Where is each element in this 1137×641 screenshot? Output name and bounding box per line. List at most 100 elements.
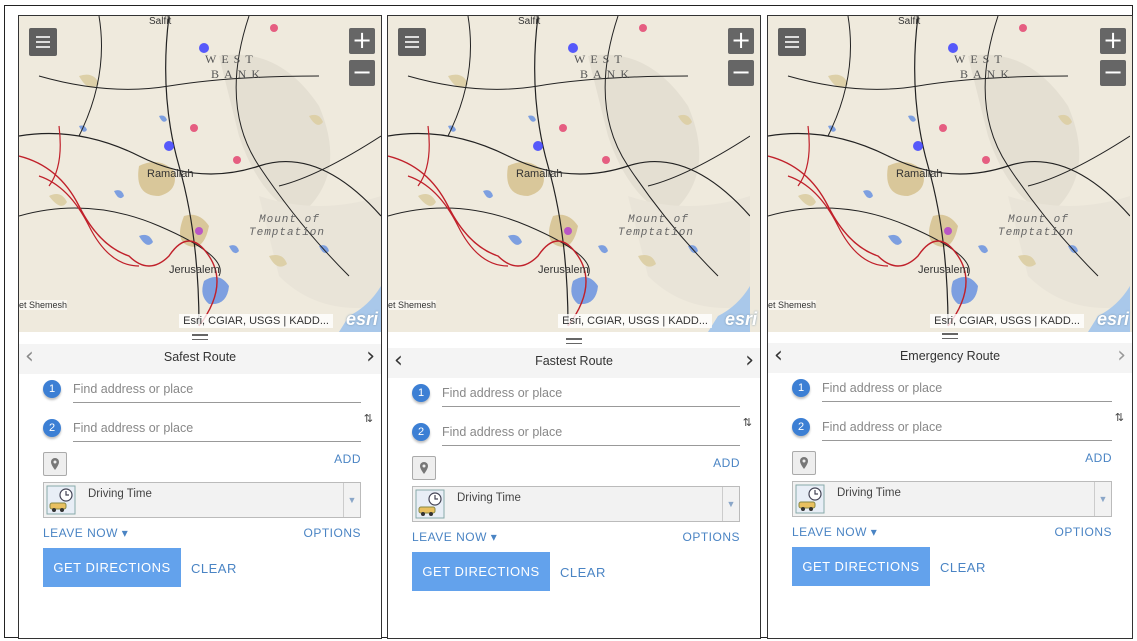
swap-stops-icon[interactable]: ⇅	[1115, 411, 1124, 424]
route-selector: ‹ Safest Route ›	[19, 344, 381, 374]
chevron-down-icon: ▼	[343, 483, 360, 517]
map-attribution[interactable]: Esri, CGIAR, USGS | KADD...	[179, 314, 333, 328]
drag-handle[interactable]	[942, 333, 958, 342]
clear-button[interactable]: CLEAR	[191, 561, 237, 576]
route-selector: ‹ Emergency Route ›	[768, 343, 1132, 373]
zoom-in-button[interactable]: +	[349, 28, 375, 54]
zoom-out-button[interactable]: −	[1100, 60, 1126, 86]
zoom-in-button[interactable]: +	[728, 28, 754, 54]
zoom-out-button[interactable]: −	[728, 60, 754, 86]
clear-button[interactable]: CLEAR	[940, 560, 986, 575]
map-view[interactable]: WEST BANK Salfit Ramallah Mount of Tempt…	[19, 16, 381, 332]
route-title: Emergency Route	[899, 349, 1001, 363]
location-pin-button[interactable]	[792, 451, 816, 475]
esri-logo: esri	[724, 309, 757, 329]
map-basemap	[388, 16, 750, 332]
hamburger-icon	[36, 36, 50, 38]
map-label-west: WEST	[574, 52, 627, 66]
stop-2-input[interactable]: Find address or place	[822, 416, 1112, 441]
esri-logo: esri	[1096, 309, 1129, 329]
map-label-bank: BANK	[580, 67, 635, 81]
swap-stops-icon[interactable]: ⇅	[364, 412, 373, 425]
next-route-button[interactable]: ›	[366, 344, 375, 369]
map-attribution[interactable]: Esri, CGIAR, USGS | KADD...	[558, 314, 712, 328]
hamburger-icon-line	[36, 41, 50, 43]
stop-1-input[interactable]: Find address or place	[822, 377, 1112, 402]
map-label-temptation: Temptation	[618, 227, 695, 239]
add-stop-button[interactable]: ADD	[713, 456, 740, 470]
stop-1-placeholder: Find address or place	[822, 381, 943, 395]
get-directions-button[interactable]: GET DIRECTIONS	[792, 547, 930, 586]
menu-button[interactable]	[778, 28, 806, 56]
map-label-shemesh: et Shemesh	[768, 300, 817, 310]
options-button[interactable]: OPTIONS	[1054, 525, 1112, 539]
add-stop-button[interactable]: ADD	[1085, 451, 1112, 465]
menu-button[interactable]	[29, 28, 57, 56]
map-label-mount: Mount of	[628, 214, 689, 226]
travel-mode-select[interactable]: Driving Time ▼	[412, 486, 740, 522]
chevron-down-icon: ▼	[722, 487, 739, 521]
travel-mode-select[interactable]: Driving Time ▼	[792, 481, 1112, 517]
drag-handle[interactable]	[566, 338, 582, 347]
stop-1-badge: 1	[792, 379, 810, 397]
pin-icon	[420, 462, 428, 474]
swap-stops-icon[interactable]: ⇅	[743, 416, 752, 429]
map-basemap	[768, 16, 1130, 332]
map-label-bank: BANK	[211, 67, 266, 81]
leave-now-dropdown[interactable]: LEAVE NOW ▾	[43, 526, 128, 540]
hamburger-icon	[785, 36, 799, 38]
map-label-salfit: Salfit	[518, 16, 541, 27]
options-button[interactable]: OPTIONS	[682, 530, 740, 544]
route-panel-2: WEST BANK Salfit Ramallah Mount of Tempt…	[387, 15, 761, 639]
map-label-shemesh: et Shemesh	[388, 300, 437, 310]
map-label-mount: Mount of	[1008, 214, 1069, 226]
clear-button[interactable]: CLEAR	[560, 565, 606, 580]
next-route-button[interactable]: ›	[745, 348, 754, 373]
map-attribution[interactable]: Esri, CGIAR, USGS | KADD...	[930, 314, 1084, 328]
stop-1-badge: 1	[412, 384, 430, 402]
get-directions-button[interactable]: GET DIRECTIONS	[43, 548, 181, 587]
stop-1-placeholder: Find address or place	[73, 382, 194, 396]
map-label-jerusalem: Jerusalem	[538, 264, 589, 276]
route-selector: ‹ Fastest Route ›	[388, 348, 760, 378]
zoom-out-button[interactable]: −	[349, 60, 375, 86]
map-label-ramallah: Ramallah	[896, 168, 943, 180]
hamburger-icon-line	[36, 46, 50, 48]
leave-now-dropdown[interactable]: LEAVE NOW ▾	[412, 530, 497, 544]
map-label-temptation: Temptation	[249, 227, 326, 239]
map-label-mount: Mount of	[259, 214, 320, 226]
map-label-west: WEST	[205, 52, 258, 66]
options-button[interactable]: OPTIONS	[303, 526, 361, 540]
menu-button[interactable]	[398, 28, 426, 56]
map-basemap	[19, 16, 381, 332]
add-stop-button[interactable]: ADD	[334, 452, 361, 466]
stop-1-input[interactable]: Find address or place	[442, 382, 740, 407]
driving-time-icon	[795, 484, 825, 514]
drag-handle[interactable]	[192, 334, 208, 343]
route-title: Safest Route	[163, 350, 237, 364]
location-pin-button[interactable]	[43, 452, 67, 476]
zoom-in-button[interactable]: +	[1100, 28, 1126, 54]
next-route-button[interactable]: ›	[1117, 343, 1126, 368]
stop-1-placeholder: Find address or place	[442, 386, 563, 400]
map-view[interactable]: WEST BANK Salfit Ramallah Mount of Tempt…	[768, 16, 1132, 332]
hamburger-icon-line	[405, 46, 419, 48]
location-pin-button[interactable]	[412, 456, 436, 480]
travel-mode-label: Driving Time	[837, 487, 901, 499]
get-directions-button[interactable]: GET DIRECTIONS	[412, 552, 550, 591]
travel-mode-select[interactable]: Driving Time ▼	[43, 482, 361, 518]
route-title: Fastest Route	[535, 354, 613, 368]
stop-2-badge: 2	[412, 423, 430, 441]
map-view[interactable]: WEST BANK Salfit Ramallah Mount of Tempt…	[388, 16, 760, 332]
stop-2-input[interactable]: Find address or place	[73, 417, 361, 442]
stop-1-badge: 1	[43, 380, 61, 398]
route-panel-3: WEST BANK Salfit Ramallah Mount of Tempt…	[767, 15, 1133, 639]
map-label-salfit: Salfit	[898, 16, 921, 27]
map-label-salfit: Salfit	[149, 16, 172, 27]
map-label-ramallah: Ramallah	[516, 168, 563, 180]
map-label-shemesh: et Shemesh	[19, 300, 68, 310]
hamburger-icon-line	[405, 41, 419, 43]
leave-now-dropdown[interactable]: LEAVE NOW ▾	[792, 525, 877, 539]
stop-1-input[interactable]: Find address or place	[73, 378, 361, 403]
stop-2-input[interactable]: Find address or place	[442, 421, 740, 446]
